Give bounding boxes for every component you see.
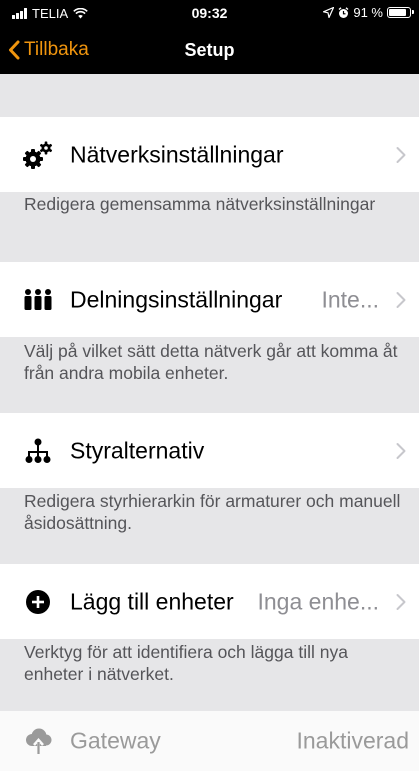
add-devices-row[interactable]: Lägg till enheter Inga enhe... bbox=[0, 564, 419, 639]
people-icon bbox=[22, 284, 54, 316]
row-value: Inaktiverad bbox=[296, 727, 409, 754]
navigation-bar: Tillbaka Setup bbox=[0, 26, 419, 74]
sharing-settings-row[interactable]: Delningsinställningar Inte... bbox=[0, 262, 419, 337]
row-description: Redigera styrhierarkin för armaturer och… bbox=[24, 491, 401, 533]
row-label: Nätverksinställningar bbox=[70, 141, 284, 167]
row-label: Gateway bbox=[70, 727, 161, 754]
gears-icon bbox=[22, 139, 54, 171]
battery-level bbox=[389, 9, 407, 16]
control-options-row[interactable]: Styralternativ bbox=[0, 413, 419, 488]
battery-icon bbox=[387, 7, 414, 18]
battery-percent: 91 % bbox=[353, 5, 383, 20]
row-label: Styralternativ bbox=[70, 437, 205, 463]
add-circle-icon bbox=[22, 586, 54, 618]
alarm-icon bbox=[338, 6, 349, 18]
row-description: Välj på vilket sätt detta nätverk går at… bbox=[24, 341, 398, 383]
network-settings-row[interactable]: Nätverksinställningar bbox=[0, 117, 419, 192]
row-description: Redigera gemensamma nätverksinställninga… bbox=[24, 194, 376, 214]
back-button[interactable]: Tillbaka bbox=[8, 39, 89, 61]
chevron-right-icon bbox=[396, 291, 406, 308]
cloud-upload-icon bbox=[22, 725, 54, 757]
status-right: 91 % bbox=[323, 5, 414, 20]
row-description: Verktyg för att identifiera och lägga ti… bbox=[24, 642, 348, 684]
gateway-row: Gateway Inaktiverad bbox=[0, 711, 419, 771]
chevron-right-icon bbox=[396, 593, 406, 610]
chevron-left-icon bbox=[9, 40, 20, 60]
location-arrow-icon bbox=[323, 7, 335, 18]
row-value: Inga enhe... bbox=[257, 588, 380, 614]
status-bar: TELIA 09:32 91 % bbox=[0, 0, 419, 26]
row-label: Lägg till enheter bbox=[70, 588, 234, 614]
row-value: Inte... bbox=[321, 286, 379, 312]
chevron-right-icon bbox=[396, 442, 406, 459]
hierarchy-icon bbox=[22, 435, 54, 467]
row-label: Delningsinställningar bbox=[70, 286, 283, 312]
back-label: Tillbaka bbox=[24, 39, 89, 60]
chevron-right-icon bbox=[396, 146, 406, 163]
